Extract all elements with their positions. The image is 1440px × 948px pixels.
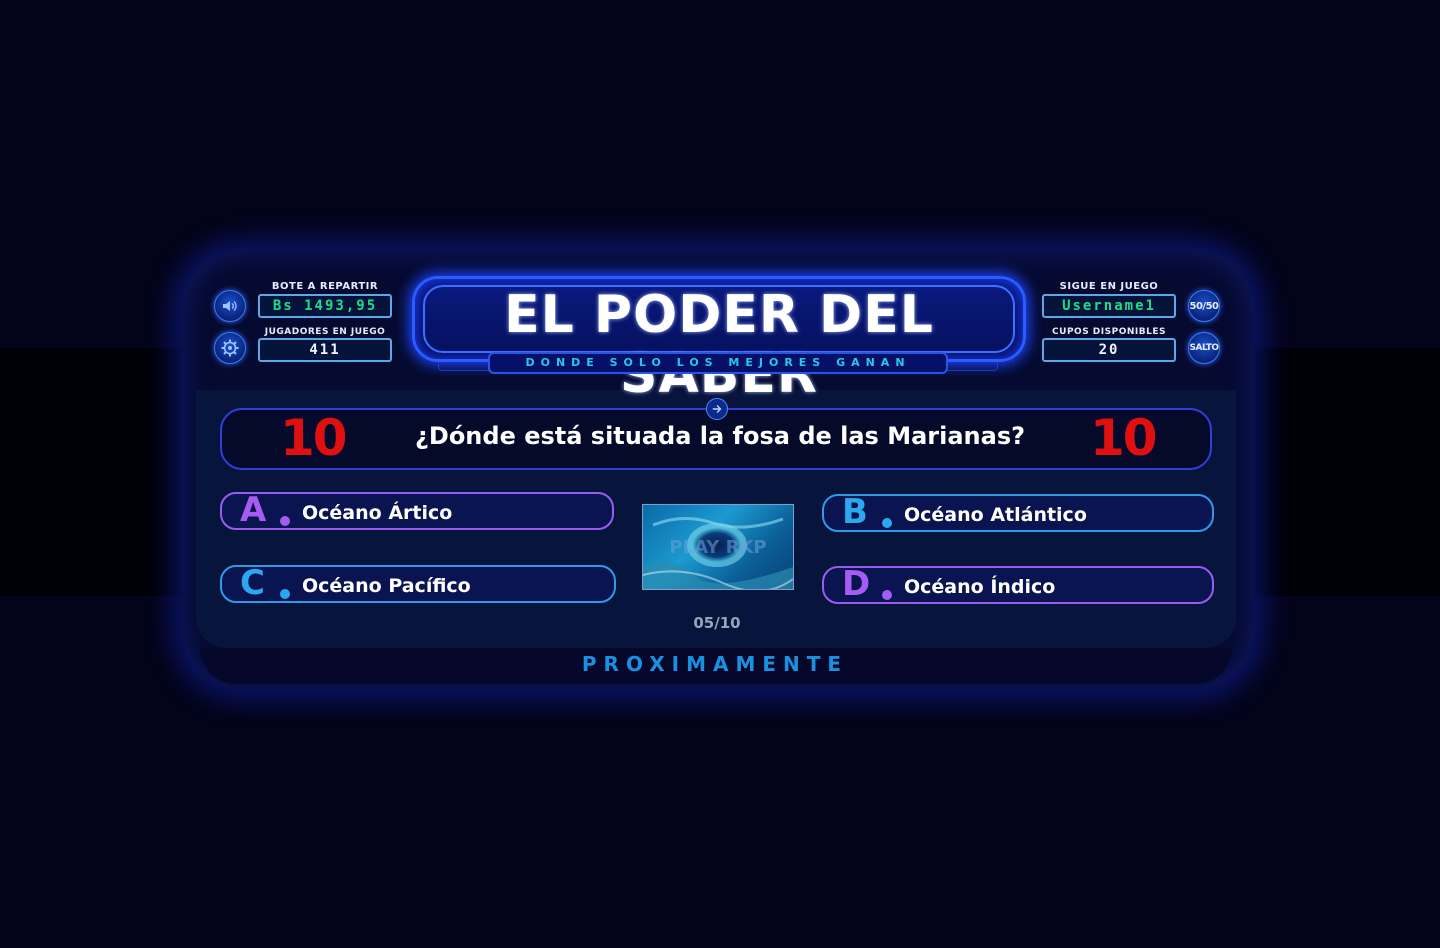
pot-value: Bs 1493,95 <box>258 294 392 318</box>
question-counter: 05/10 <box>693 614 741 632</box>
arrow-icon <box>706 398 728 420</box>
speaker-icon <box>223 301 237 311</box>
timer-right: 10 <box>1090 409 1158 467</box>
subtitle-banner: DONDE SOLO LOS MEJORES GANAN <box>488 352 948 374</box>
skip-button[interactable]: SALTO <box>1188 332 1220 364</box>
slots-label: CUPOS DISPONIBLES <box>1052 327 1166 337</box>
game-title: EL PODER DEL SABER <box>504 285 934 405</box>
still-playing-label: SIGUE EN JUEGO <box>1059 281 1159 292</box>
answer-b-letter: B <box>842 492 868 532</box>
question-text: ¿Dónde está situada la fosa de las Maria… <box>414 422 1026 450</box>
footer-label: PROXIMAMENTE <box>581 652 849 676</box>
answer-b-text: Océano Atlántico <box>904 504 1087 526</box>
title-banner: EL PODER DEL SABER <box>412 276 1026 405</box>
answer-a-letter: A <box>240 490 267 530</box>
answer-c-letter: C <box>240 563 265 603</box>
still-playing-value: Username1 <box>1042 294 1176 318</box>
settings-button[interactable] <box>214 332 246 364</box>
gear-icon <box>221 339 239 357</box>
answer-b[interactable]: B Océano Atlántico <box>822 492 1214 532</box>
answer-d-dot <box>882 590 892 600</box>
question-image: PLAY RKP <box>642 504 794 590</box>
image-watermark: PLAY RKP <box>669 537 766 558</box>
players-value: 411 <box>258 338 392 362</box>
fifty-fifty-label: 50/50 <box>1189 300 1219 312</box>
answer-d-text: Océano Índico <box>904 576 1056 598</box>
answer-c-dot <box>280 589 290 599</box>
answer-b-dot <box>882 518 892 528</box>
game-subtitle: DONDE SOLO LOS MEJORES GANAN <box>525 356 911 369</box>
answer-a-dot <box>280 516 290 526</box>
players-label: JUGADORES EN JUEGO <box>264 327 386 337</box>
answer-a[interactable]: A Océano Ártico <box>220 490 614 530</box>
answer-c[interactable]: C Océano Pacífico <box>220 563 616 603</box>
pot-label: BOTE A REPARTIR <box>271 281 379 292</box>
skip-label: SALTO <box>1189 343 1219 353</box>
sound-button[interactable] <box>214 290 246 322</box>
ocean-trench-image: PLAY RKP <box>643 517 793 589</box>
answer-d-letter: D <box>842 564 871 604</box>
slots-value: 20 <box>1042 338 1176 362</box>
answer-c-text: Océano Pacífico <box>302 575 471 597</box>
answer-a-text: Océano Ártico <box>302 502 453 524</box>
timer-left: 10 <box>280 409 348 467</box>
fifty-fifty-button[interactable]: 50/50 <box>1188 290 1220 322</box>
answer-d[interactable]: D Océano Índico <box>822 564 1214 604</box>
